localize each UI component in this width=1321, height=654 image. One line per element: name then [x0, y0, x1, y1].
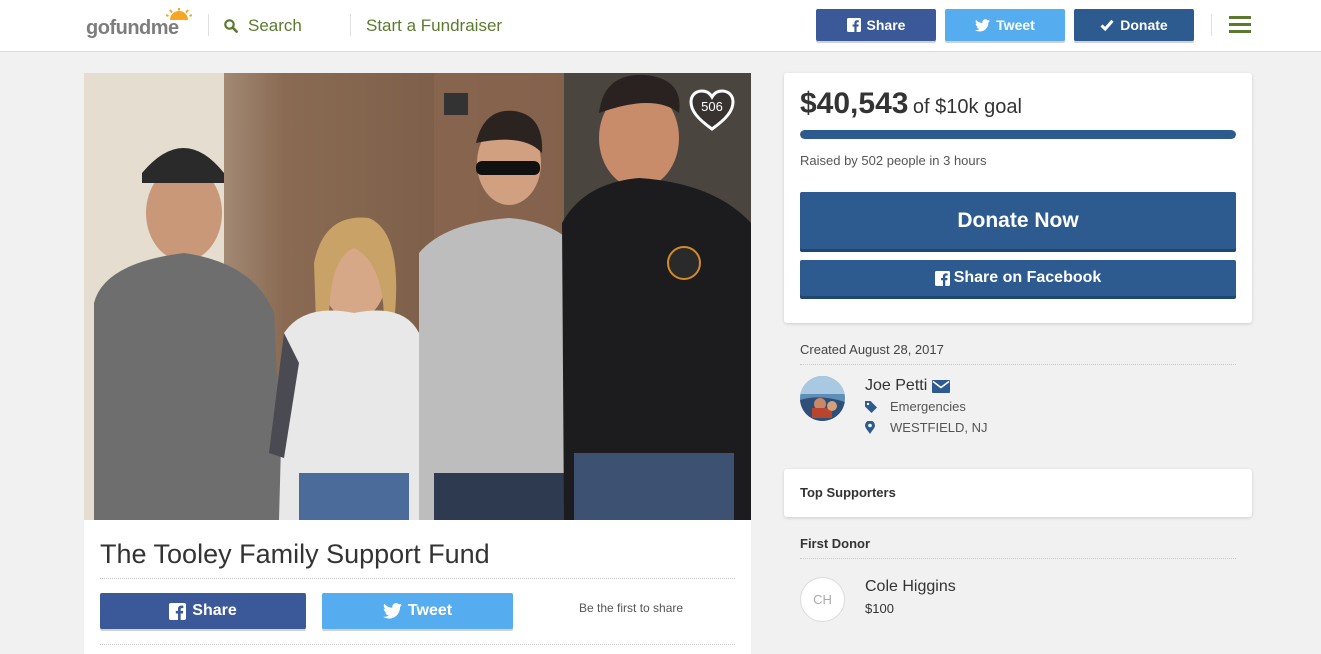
hamburger-menu-icon[interactable]	[1229, 16, 1251, 34]
search-label: Search	[248, 16, 302, 35]
created-date: Created August 28, 2017	[800, 342, 944, 357]
campaign-tweet-button[interactable]: Tweet	[322, 593, 513, 629]
search-icon	[224, 19, 238, 33]
header-divider	[208, 14, 209, 36]
title-divider	[100, 578, 735, 579]
map-pin-icon	[865, 421, 890, 434]
campaign-card: 506 The Tooley Family Support Fund Share…	[84, 73, 751, 654]
donor-amount: $100	[865, 601, 894, 616]
organizer-avatar-image	[800, 376, 845, 421]
campaign-share-label: Share	[192, 602, 237, 619]
share-on-facebook-button[interactable]: Share on Facebook	[800, 260, 1236, 296]
twitter-icon	[975, 18, 991, 31]
first-share-text: Be the first to share	[579, 601, 684, 615]
start-fundraiser-link[interactable]: Start a Fundraiser	[366, 14, 502, 38]
location-row: WESTFIELD, NJ	[865, 420, 988, 435]
search-link[interactable]: Search	[224, 14, 302, 38]
logo-go: go	[86, 17, 110, 39]
facebook-icon	[846, 18, 861, 32]
category-row[interactable]: Emergencies	[865, 399, 966, 414]
header-share-label: Share	[866, 17, 906, 33]
facebook-icon	[169, 602, 187, 620]
donate-now-button[interactable]: Donate Now	[800, 192, 1236, 249]
donor-divider	[800, 558, 1236, 559]
location-label: WESTFIELD, NJ	[890, 420, 988, 435]
twitter-icon	[382, 603, 402, 619]
organizer-name: Joe Petti	[865, 377, 928, 394]
heart-button[interactable]: 506	[688, 88, 736, 132]
campaign-photo-image	[84, 73, 751, 520]
header-donate-label: Donate	[1120, 17, 1168, 33]
progress-fill	[800, 130, 1236, 139]
share-divider	[100, 644, 735, 645]
tag-icon	[865, 400, 890, 413]
checkmark-icon	[1100, 19, 1114, 31]
goal-text: of $10k goal	[912, 96, 1022, 118]
top-header: gofundme Search Start a Fundraiser Share…	[0, 0, 1321, 52]
created-divider	[800, 364, 1236, 365]
gofundme-logo[interactable]: gofundme	[86, 8, 194, 42]
donor-name: Cole Higgins	[865, 578, 956, 595]
raised-amount: $40,543	[800, 87, 909, 120]
campaign-share-button[interactable]: Share	[100, 593, 306, 629]
donation-card: $40,543 of $10k goal Raised by 502 peopl…	[784, 73, 1252, 323]
header-tweet-button[interactable]: Tweet	[945, 9, 1065, 41]
top-supporters-card[interactable]: Top Supporters	[784, 469, 1252, 517]
header-divider	[350, 14, 351, 36]
facebook-icon	[934, 270, 950, 286]
share-on-facebook-label: Share on Facebook	[953, 269, 1102, 286]
campaign-photo[interactable]: 506	[84, 73, 751, 520]
top-supporters-label: Top Supporters	[800, 485, 896, 500]
header-divider	[1211, 14, 1212, 36]
campaign-tweet-label: Tweet	[407, 602, 453, 619]
first-donor-label: First Donor	[800, 536, 871, 551]
header-donate-button[interactable]: Donate	[1074, 9, 1194, 41]
logo-fund: fund	[109, 17, 151, 39]
organizer-avatar[interactable]	[800, 376, 845, 421]
envelope-icon[interactable]	[932, 379, 951, 393]
logo-wordmark: gofundme	[86, 17, 179, 40]
category-label: Emergencies	[890, 399, 966, 414]
logo-me: me	[150, 17, 179, 39]
raised-summary: $40,543 of $10k goal	[800, 87, 1022, 121]
heart-count: 506	[701, 99, 723, 114]
campaign-title: The Tooley Family Support Fund	[100, 539, 490, 569]
raised-by-text: Raised by 502 people in 3 hours	[800, 153, 987, 168]
header-tweet-label: Tweet	[996, 17, 1035, 33]
organizer-name-link[interactable]: Joe Petti	[865, 377, 951, 395]
header-share-button[interactable]: Share	[816, 9, 936, 41]
donor-avatar: CH	[800, 577, 845, 622]
progress-bar	[800, 130, 1236, 139]
